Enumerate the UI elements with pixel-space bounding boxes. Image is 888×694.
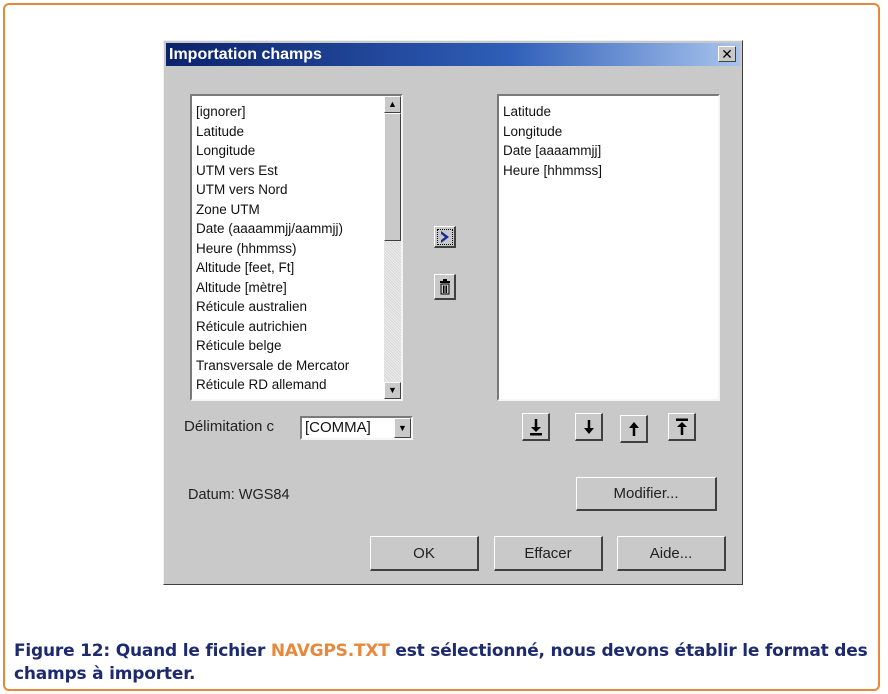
move-down-button[interactable]: [575, 413, 603, 441]
list-item[interactable]: Réticule belge: [196, 336, 349, 356]
ok-button-label: OK: [413, 544, 435, 562]
modify-button[interactable]: Modifier...: [576, 477, 717, 511]
list-item[interactable]: Réticule autrichien: [196, 317, 349, 337]
chevron-right-icon: [440, 230, 449, 243]
available-fields-scrollbar[interactable]: ▲ ▼: [384, 96, 401, 399]
list-item[interactable]: Réticule australien: [196, 297, 349, 317]
delimiter-select[interactable]: [COMMA] ▼: [300, 416, 413, 440]
list-item[interactable]: Date [aaaammjj]: [503, 141, 602, 161]
figure-caption: Figure 12: Quand le fichier NAVGPS.TXT e…: [14, 640, 876, 686]
list-item[interactable]: Altitude [mètre]: [196, 278, 349, 298]
list-item[interactable]: Heure (hhmmss): [196, 239, 349, 259]
dialog-title-bar[interactable]: Importation champs ✕: [166, 43, 740, 66]
available-fields-list[interactable]: [ignorer] Latitude Longitude UTM vers Est UT…: [190, 94, 403, 401]
datum-label: Datum: WGS84: [188, 487, 290, 503]
list-item[interactable]: Date (aaaammjj/aammjj): [196, 219, 349, 239]
available-fields-items: [ignorer] Latitude Longitude UTM vers Est UT…: [196, 102, 349, 395]
move-up-button[interactable]: [620, 415, 648, 443]
arrow-up-icon: ▲: [388, 99, 397, 109]
move-bottom-icon: [529, 418, 542, 435]
list-item[interactable]: UTM vers Est: [196, 161, 349, 181]
delimiter-dropdown-button[interactable]: ▼: [394, 418, 411, 438]
help-button-label: Aide...: [649, 544, 693, 562]
arrow-down-icon: ▼: [388, 385, 397, 395]
scroll-thumb[interactable]: [384, 113, 401, 241]
scroll-down-button[interactable]: ▼: [384, 382, 401, 399]
list-item[interactable]: Transversale de Mercator: [196, 356, 349, 376]
chevron-down-icon: ▼: [398, 423, 407, 433]
list-item[interactable]: Heure [hhmmss]: [503, 161, 602, 181]
list-item[interactable]: Latitude: [196, 122, 349, 142]
scroll-up-button[interactable]: ▲: [384, 96, 401, 113]
dialog-title: Importation champs: [169, 46, 322, 63]
move-up-icon: [628, 421, 639, 436]
list-item[interactable]: Zone UTM: [196, 200, 349, 220]
list-item[interactable]: UTM vers Nord: [196, 180, 349, 200]
move-to-bottom-button[interactable]: [522, 413, 550, 441]
move-down-icon: [583, 419, 594, 434]
caption-filename: NAVGPS.TXT: [270, 641, 390, 661]
close-icon: ✕: [721, 46, 733, 62]
list-item[interactable]: Réticule RD allemand: [196, 375, 349, 395]
clear-button-label: Effacer: [524, 544, 572, 562]
clear-button[interactable]: Effacer: [494, 536, 603, 571]
ok-button[interactable]: OK: [370, 536, 479, 571]
add-field-button[interactable]: [434, 226, 456, 248]
delete-field-button[interactable]: [434, 274, 456, 300]
delimiter-value: [COMMA]: [305, 419, 371, 436]
list-item[interactable]: Altitude [feet, Ft]: [196, 258, 349, 278]
modify-button-label: Modifier...: [613, 485, 679, 502]
list-item[interactable]: Longitude: [196, 141, 349, 161]
close-button[interactable]: ✕: [718, 46, 736, 62]
import-fields-dialog: Importation champs ✕ [ignorer] Latitude Lo…: [163, 40, 743, 585]
list-item[interactable]: Longitude: [503, 122, 602, 142]
list-item[interactable]: Latitude: [503, 102, 602, 122]
move-to-top-button[interactable]: [668, 413, 696, 441]
selected-fields-items: Latitude Longitude Date [aaaammjj] Heure [h…: [503, 102, 602, 180]
move-top-icon: [675, 418, 688, 435]
selected-fields-list[interactable]: Latitude Longitude Date [aaaammjj] Heure [h…: [497, 94, 720, 401]
delimiter-label: Délimitation c: [184, 418, 275, 435]
trash-icon: [439, 278, 450, 294]
help-button[interactable]: Aide...: [617, 536, 726, 571]
list-item[interactable]: [ignorer]: [196, 102, 349, 122]
caption-prefix: Figure 12: Quand le fichier: [14, 641, 271, 661]
